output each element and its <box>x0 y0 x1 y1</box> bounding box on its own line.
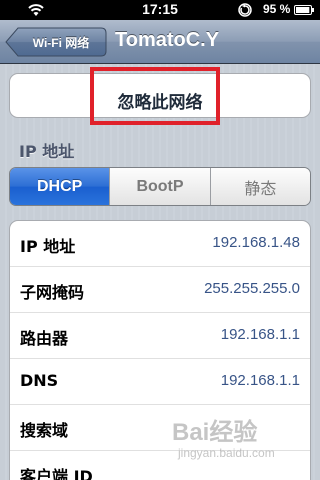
segment-bootp[interactable]: BootP <box>109 168 210 205</box>
row-value: 192.168.1.48 <box>212 234 300 251</box>
back-button[interactable]: Wi-Fi 网络 <box>5 27 107 57</box>
back-button-label: Wi-Fi 网络 <box>32 36 90 50</box>
row-label: 客户端 ID <box>20 467 93 480</box>
row-label: 子网掩码 <box>20 283 85 302</box>
page-title: TomatoC.Y <box>115 29 220 51</box>
battery-icon <box>294 5 314 15</box>
row-subnet-mask: 子网掩码 255.255.255.0 <box>10 267 310 313</box>
row-ip-address: IP 地址 192.168.1.48 <box>10 221 310 267</box>
nav-bar: Wi-Fi 网络 TomatoC.Y <box>0 20 320 64</box>
row-label: IP 地址 <box>20 237 76 256</box>
ip-section-header: IP 地址 <box>19 142 75 161</box>
row-label: 搜索域 <box>20 421 69 440</box>
ip-settings-table: IP 地址 192.168.1.48 子网掩码 255.255.255.0 路由… <box>9 220 311 480</box>
row-value: 192.168.1.1 <box>220 372 300 389</box>
lock-icon <box>238 3 252 17</box>
ip-mode-segmented-control: DHCP BootP 静态 <box>9 167 311 206</box>
row-dns[interactable]: DNS 192.168.1.1 <box>10 359 310 405</box>
row-value: 255.255.255.0 <box>204 280 300 297</box>
row-value: 192.168.1.1 <box>220 326 300 343</box>
row-router: 路由器 192.168.1.1 <box>10 313 310 359</box>
segment-dhcp[interactable]: DHCP <box>10 168 110 205</box>
row-label: 路由器 <box>20 329 69 348</box>
row-client-id[interactable]: 客户端 ID <box>10 451 310 480</box>
segment-static[interactable]: 静态 <box>209 168 310 205</box>
highlight-annotation <box>90 67 220 125</box>
row-label: DNS <box>20 371 59 390</box>
row-search-domain[interactable]: 搜索域 <box>10 405 310 451</box>
battery-percent: 95 % <box>263 2 291 16</box>
status-bar: 17:15 95 % <box>0 0 320 20</box>
